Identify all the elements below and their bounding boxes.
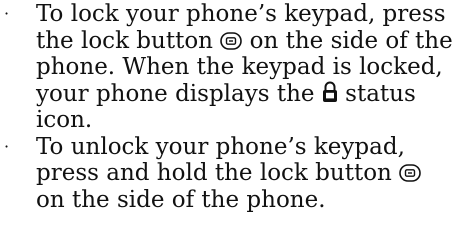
list-item-lock: · To lock your phone’s keypad, press the… <box>4 1 453 134</box>
lock-button-icon <box>220 31 243 50</box>
unlock-instruction-text-2: on the side of the phone. <box>36 186 326 213</box>
bullet-marker: · <box>4 136 10 156</box>
bullet-marker: · <box>4 4 10 23</box>
lock-button-icon <box>399 164 421 182</box>
unlock-instruction-text-1: To unlock your phone’s keypad, press and… <box>36 133 405 187</box>
instruction-list: · To lock your phone’s keypad, press the… <box>4 1 453 213</box>
padlock-status-icon <box>322 81 338 103</box>
list-item-unlock: · To unlock your phone’s keypad, press a… <box>4 134 453 214</box>
